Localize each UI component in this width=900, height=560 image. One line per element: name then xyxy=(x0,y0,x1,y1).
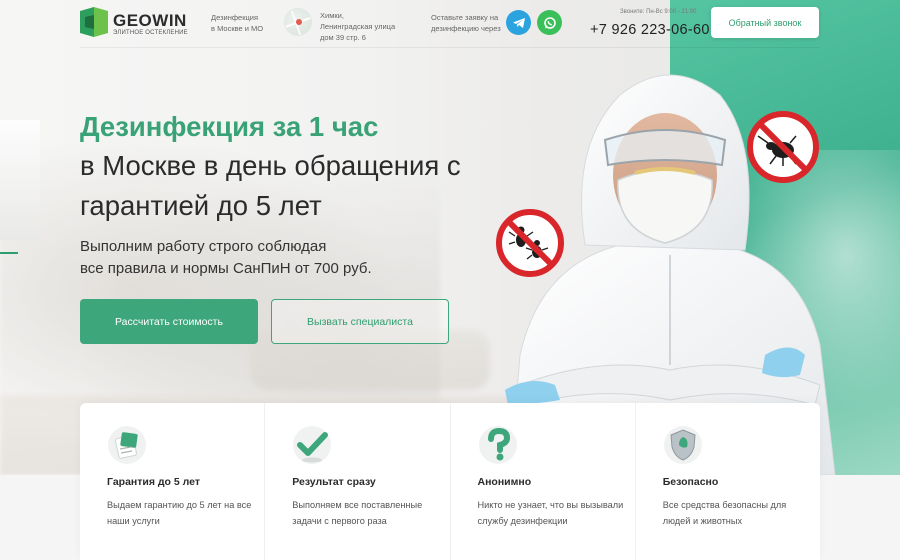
hero-title: Дезинфекция за 1 час в Москве в день обр… xyxy=(80,108,520,226)
call-specialist-button[interactable]: Вызвать специалиста xyxy=(271,299,449,344)
address-line-3: дом 39 стр. 6 xyxy=(320,33,366,42)
logo-tagline: ЭЛИТНОЕ ОСТЕКЛЕНИЕ xyxy=(113,30,188,36)
callback-button[interactable]: Обратный звонок xyxy=(711,7,819,38)
feature-text: Выдаем гарантию до 5 лет на все наши усл… xyxy=(107,500,252,526)
service-line-1: Дезинфекция xyxy=(211,13,259,22)
feature-card: Безопасно Все средства безопасны для люд… xyxy=(636,403,820,560)
map-icon[interactable] xyxy=(284,8,312,36)
checkmark-icon xyxy=(293,426,332,464)
request-line-1: Оставьте заявку на xyxy=(431,13,499,22)
site-header: GEOWIN ЭЛИТНОЕ ОСТЕКЛЕНИЕ Дезинфекция в … xyxy=(0,0,900,48)
service-area: Дезинфекция в Москве и МО xyxy=(211,12,263,34)
feature-text: Выполняем все поставленные задачи с перв… xyxy=(292,500,423,526)
feature-title: Безопасно xyxy=(662,476,719,488)
hero-title-accent: Дезинфекция за 1 час xyxy=(80,111,379,142)
whatsapp-button[interactable] xyxy=(537,10,562,35)
no-cockroach-sign-icon xyxy=(747,111,819,183)
geowin-logo-icon xyxy=(80,7,108,37)
map-pin-icon xyxy=(285,9,311,35)
feature-card: Результат сразу Выполняем все поставленн… xyxy=(265,403,451,560)
hero-subtitle-line-1: Выполним работу строго соблюдая xyxy=(80,238,327,255)
telegram-button[interactable] xyxy=(506,10,531,35)
feature-title: Анонимно xyxy=(477,476,532,488)
request-line-2: дезинфекцию через xyxy=(431,24,501,33)
address: Химки, Ленинградская улица дом 39 стр. 6 xyxy=(320,10,395,43)
phone-number[interactable]: +7 926 223-06-60 xyxy=(590,22,710,38)
hero-title-line-3: гарантией до 5 лет xyxy=(80,190,322,221)
feature-title: Результат сразу xyxy=(292,476,376,488)
side-accent-line xyxy=(0,252,18,254)
shield-icon xyxy=(663,426,702,464)
blurred-window xyxy=(0,120,40,240)
address-line-1: Химки, xyxy=(320,11,344,20)
working-hours: Звоните: Пн-Вс 9:00 - 21:00 xyxy=(620,9,697,15)
no-ants-sign-icon xyxy=(496,209,564,277)
feature-text: Никто не узнает, что вы вызывали службу … xyxy=(477,500,624,526)
logo[interactable]: GEOWIN ЭЛИТНОЕ ОСТЕКЛЕНИЕ xyxy=(80,7,190,39)
question-icon xyxy=(478,426,517,464)
service-line-2: в Москве и МО xyxy=(211,24,264,33)
request-via: Оставьте заявку на дезинфекцию через xyxy=(431,12,501,34)
feature-title: Гарантия до 5 лет xyxy=(107,476,201,488)
whatsapp-icon xyxy=(543,16,556,29)
feature-card: Гарантия до 5 лет Выдаем гарантию до 5 л… xyxy=(80,403,266,560)
address-line-2: Ленинградская улица xyxy=(320,22,396,31)
hero-subtitle-line-2: все правила и нормы СанПиН от 700 руб. xyxy=(80,260,372,277)
calculate-cost-button[interactable]: Рассчитать стоимость xyxy=(80,299,258,344)
hero-title-line-2: в Москве в день обращения с xyxy=(80,150,461,181)
header-divider xyxy=(80,47,820,48)
feature-card: Анонимно Никто не узнает, что вы вызывал… xyxy=(451,403,636,560)
hero-subtitle: Выполним работу строго соблюдая все прав… xyxy=(80,236,420,280)
features-panel: Гарантия до 5 лет Выдаем гарантию до 5 л… xyxy=(80,403,820,560)
telegram-icon xyxy=(512,17,525,28)
feature-text: Все средства безопасны для людей и живот… xyxy=(662,500,787,526)
logo-name: GEOWIN xyxy=(113,11,187,30)
certificate-icon xyxy=(108,426,146,464)
